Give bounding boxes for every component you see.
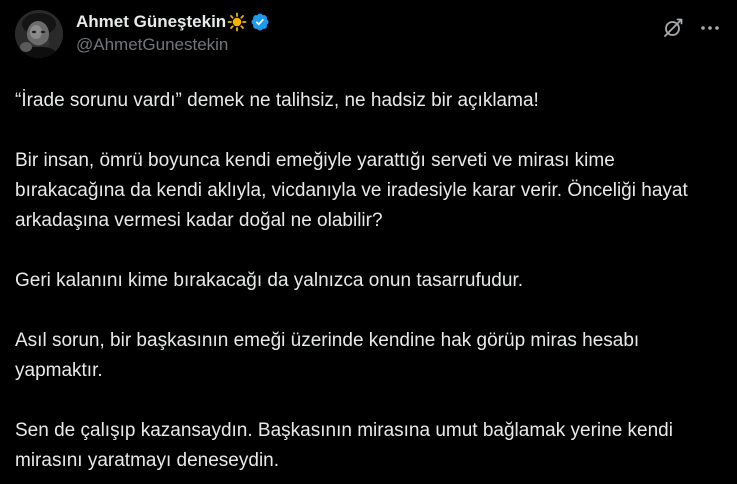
- tweet-paragraph: “İrade sorunu vardı” demek ne talihsiz, …: [15, 90, 539, 111]
- tweet-text: “İrade sorunu vardı” demek ne talihsiz, …: [15, 86, 725, 476]
- tweet: Ahmet Güneştekin @AhmetGunestekin “İrade…: [0, 0, 737, 484]
- grok-icon[interactable]: [661, 16, 685, 40]
- handle[interactable]: @AhmetGunestekin: [76, 35, 270, 55]
- display-name[interactable]: Ahmet Güneştekin: [76, 12, 226, 32]
- author-block: Ahmet Güneştekin @AhmetGunestekin: [76, 11, 270, 55]
- tweet-paragraph: Sen de çalışıp kazansaydın. Başkasının m…: [15, 420, 673, 471]
- name-row: Ahmet Güneştekin: [76, 11, 270, 33]
- avatar[interactable]: [15, 10, 63, 58]
- verified-badge-icon[interactable]: [250, 12, 270, 32]
- tweet-paragraph: Bir insan, ömrü boyunca kendi emeğiyle y…: [15, 150, 688, 231]
- tweet-paragraph: Geri kalanını kime bırakacağı da yalnızc…: [15, 270, 523, 291]
- tweet-paragraph: Asıl sorun, bir başkasının emeği üzerind…: [15, 330, 640, 381]
- more-options-icon[interactable]: [698, 16, 722, 40]
- sun-emoji-icon: [227, 12, 247, 32]
